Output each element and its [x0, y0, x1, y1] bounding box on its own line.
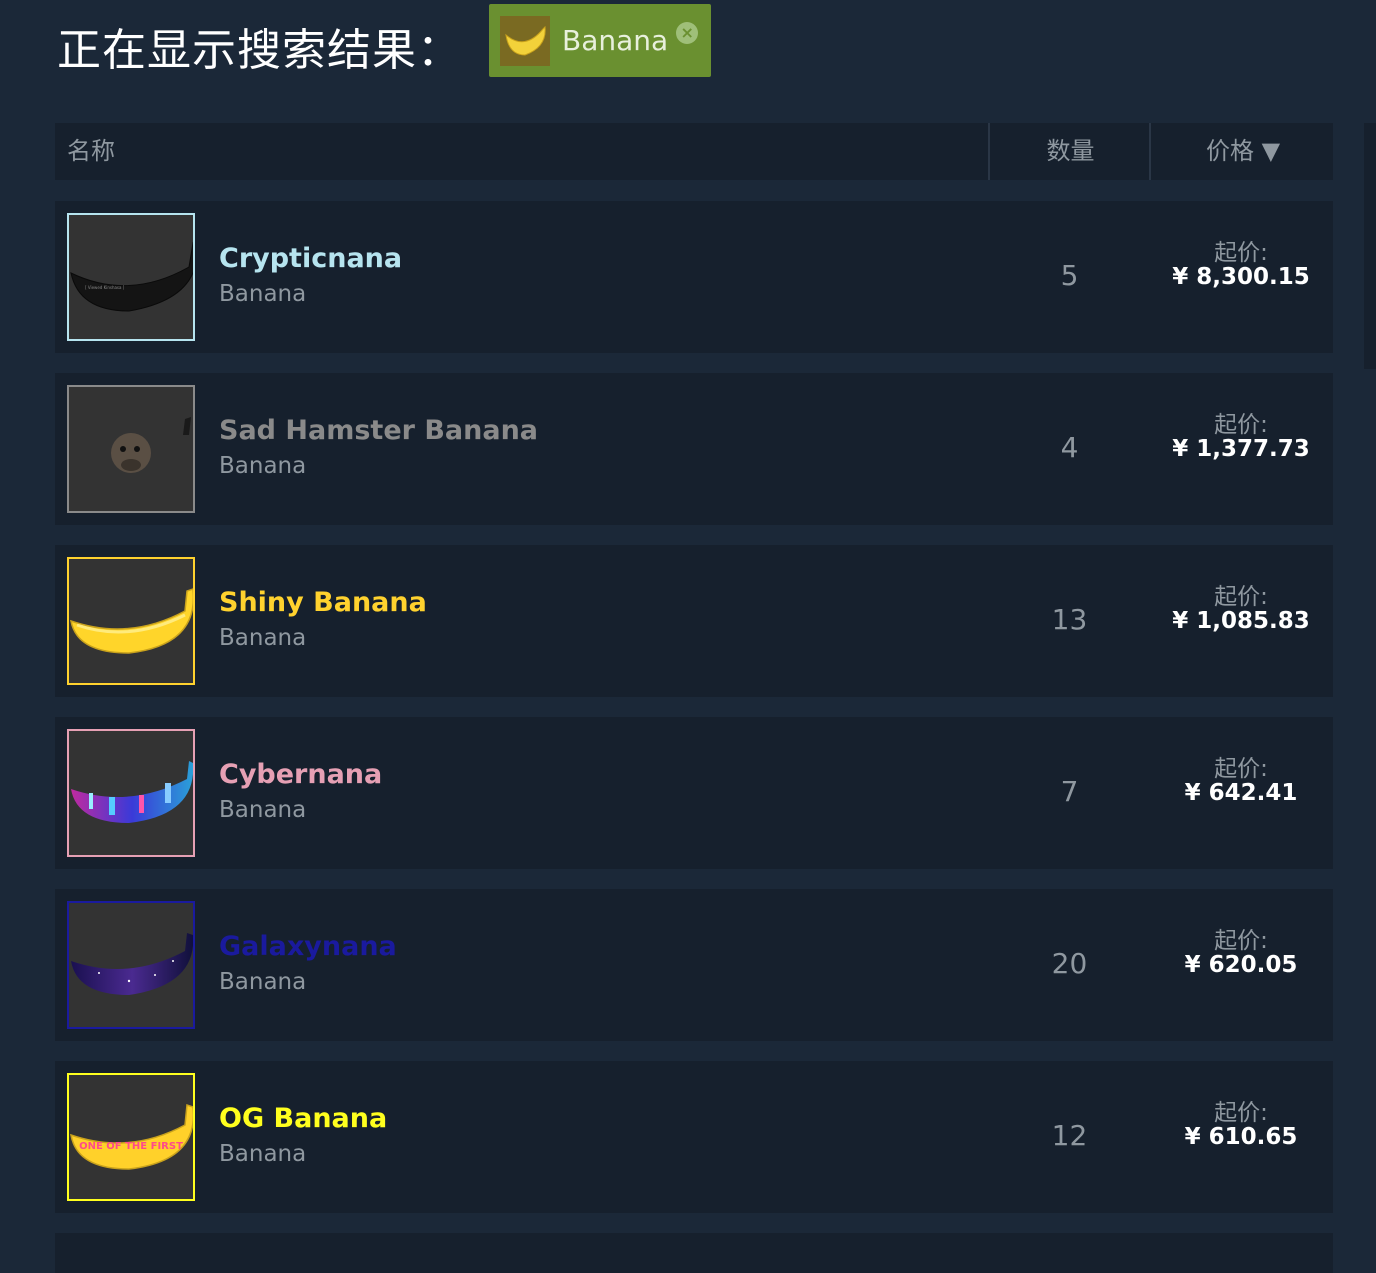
- filter-label: Banana: [562, 24, 669, 57]
- item-thumbnail[interactable]: [ Viewed Kinshasa ]: [67, 213, 195, 341]
- price-value: ¥ 1,377.73: [1172, 436, 1310, 462]
- item-name[interactable]: Shiny Banana: [219, 587, 427, 618]
- banana-icon: [500, 15, 550, 66]
- column-header-price[interactable]: 价格 ▼: [1149, 123, 1335, 180]
- item-name[interactable]: Crypticnana: [219, 243, 402, 274]
- scrollbar[interactable]: [1364, 123, 1376, 369]
- price-label: 起价:: [1214, 928, 1268, 954]
- price-label: 起价:: [1214, 1100, 1268, 1126]
- page-title: 正在显示搜索结果：: [57, 25, 462, 76]
- price-label: 起价:: [1214, 240, 1268, 266]
- item-quantity: 20: [1051, 947, 1088, 980]
- price-label: 起价:: [1214, 412, 1268, 438]
- item-quantity: 12: [1051, 1119, 1088, 1152]
- search-filter-tag[interactable]: Banana ×: [489, 4, 711, 77]
- item-thumbnail[interactable]: [67, 729, 195, 857]
- item-thumbnail[interactable]: ONE OF THE FIRST: [67, 1073, 195, 1201]
- results-list: [ Viewed Kinshasa ] Crypticnana Banana 5…: [55, 201, 1333, 1233]
- table-row[interactable]: [55, 1233, 1333, 1273]
- thumb-caption: ONE OF THE FIRST: [79, 1141, 183, 1152]
- column-header-name[interactable]: 名称: [67, 123, 115, 180]
- table-row[interactable]: ONE OF THE FIRST OG Banana Banana 12 起价:…: [55, 1061, 1333, 1213]
- item-game: Banana: [219, 797, 307, 823]
- price-value: ¥ 1,085.83: [1172, 608, 1310, 634]
- close-circle-icon[interactable]: ×: [676, 21, 699, 44]
- price-value: ¥ 642.41: [1184, 780, 1298, 806]
- table-header: 名称 数量 价格 ▼: [55, 123, 1333, 180]
- price-value: ¥ 8,300.15: [1172, 264, 1310, 290]
- item-quantity: 7: [1060, 775, 1079, 808]
- table-row[interactable]: Cybernana Banana 7 起价: ¥ 642.41: [55, 717, 1333, 869]
- table-row[interactable]: Sad Hamster Banana Banana 4 起价: ¥ 1,377.…: [55, 373, 1333, 525]
- item-game: Banana: [219, 281, 307, 307]
- price-value: ¥ 610.65: [1184, 1124, 1298, 1150]
- table-row[interactable]: Shiny Banana Banana 13 起价: ¥ 1,085.83: [55, 545, 1333, 697]
- svg-text:[ Viewed Kinshasa ]: [ Viewed Kinshasa ]: [85, 285, 125, 290]
- item-quantity: 13: [1051, 603, 1088, 636]
- item-name[interactable]: Galaxynana: [219, 931, 397, 962]
- price-label: 起价:: [1214, 756, 1268, 782]
- item-thumbnail[interactable]: [67, 557, 195, 685]
- item-quantity: 4: [1060, 431, 1079, 464]
- item-name[interactable]: Sad Hamster Banana: [219, 415, 538, 446]
- table-row[interactable]: [ Viewed Kinshasa ] Crypticnana Banana 5…: [55, 201, 1333, 353]
- price-label: 起价:: [1214, 584, 1268, 610]
- item-game: Banana: [219, 453, 307, 479]
- item-thumbnail[interactable]: [67, 385, 195, 513]
- item-game: Banana: [219, 625, 307, 651]
- item-name[interactable]: Cybernana: [219, 759, 382, 790]
- item-name[interactable]: OG Banana: [219, 1103, 387, 1134]
- column-header-quantity[interactable]: 数量: [988, 123, 1151, 180]
- item-game: Banana: [219, 969, 307, 995]
- item-quantity: 5: [1060, 259, 1079, 292]
- table-row[interactable]: Galaxynana Banana 20 起价: ¥ 620.05: [55, 889, 1333, 1041]
- price-value: ¥ 620.05: [1184, 952, 1298, 978]
- item-thumbnail[interactable]: [67, 901, 195, 1029]
- item-game: Banana: [219, 1141, 307, 1167]
